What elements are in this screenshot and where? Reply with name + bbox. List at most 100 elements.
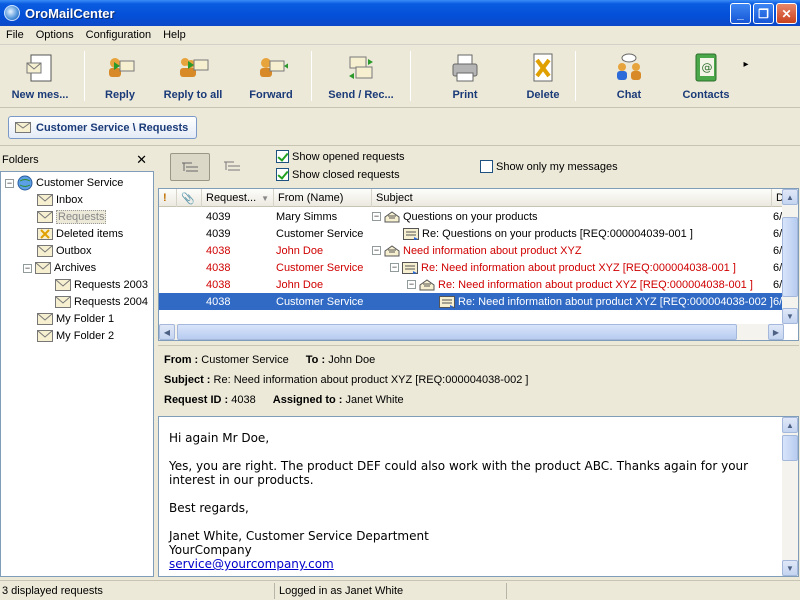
globe-icon: [17, 175, 33, 191]
close-button[interactable]: ✕: [776, 3, 797, 24]
menu-options[interactable]: Options: [30, 29, 80, 41]
collapse-icon[interactable]: −: [23, 263, 32, 273]
delete-icon: [533, 53, 553, 82]
close-folders-icon[interactable]: ✕: [136, 152, 147, 168]
flat-view-icon: [224, 161, 240, 171]
table-row[interactable]: 4038 Customer Service − Re: Need informa…: [159, 259, 783, 276]
reply-button[interactable]: Reply: [89, 45, 151, 107]
show-opened-checkbox[interactable]: Show opened requests: [276, 150, 405, 163]
collapse-icon[interactable]: −: [5, 178, 14, 188]
folder-archives[interactable]: − Archives: [23, 260, 96, 276]
breadcrumb-text: Customer Service \ Requests: [36, 121, 189, 134]
menu-bar: File Options Configuration Help: [0, 26, 800, 45]
grid-vertical-scrollbar[interactable]: ▲ ▼: [782, 189, 798, 324]
table-row[interactable]: 4038 John Doe − Re: Need information abo…: [159, 276, 783, 293]
to-value: John Doe: [328, 354, 376, 366]
new-message-button[interactable]: New mes...: [0, 45, 80, 107]
body-vertical-scrollbar[interactable]: ▲ ▼: [782, 417, 798, 576]
priority-column-header[interactable]: !: [159, 189, 177, 207]
menu-file[interactable]: File: [0, 29, 30, 41]
breadcrumb-bar: Customer Service \ Requests: [0, 108, 800, 146]
table-row[interactable]: 4039 Mary Simms − Questions on your prod…: [159, 208, 783, 225]
message-body[interactable]: Hi again Mr Doe, Yes, you are right. The…: [158, 416, 799, 577]
contacts-button[interactable]: @ Contacts: [678, 45, 734, 107]
threaded-view-button[interactable]: [170, 153, 210, 181]
flat-view-button[interactable]: [212, 153, 252, 181]
status-count: 3 displayed requests: [0, 583, 275, 599]
scroll-up-arrow-icon[interactable]: ▲: [782, 189, 798, 205]
chat-icon: [617, 53, 641, 80]
grid-horizontal-scrollbar[interactable]: ◀ ▶: [159, 324, 784, 340]
folder-requests[interactable]: Requests: [37, 209, 107, 225]
breadcrumb[interactable]: Customer Service \ Requests: [8, 116, 198, 139]
contacts-icon: @: [695, 53, 717, 82]
folder-my-folder-2[interactable]: My Folder 2: [37, 328, 114, 344]
collapse-icon[interactable]: −: [372, 246, 381, 255]
folder-requests-2004[interactable]: Requests 2004: [55, 294, 148, 310]
checkbox-checked[interactable]: [276, 168, 289, 181]
delete-button[interactable]: Delete: [515, 45, 571, 107]
collapse-icon[interactable]: −: [372, 212, 381, 221]
status-bar: 3 displayed requests Logged in as Janet …: [0, 580, 800, 600]
folder-my-folder-1[interactable]: My Folder 1: [37, 311, 114, 327]
toolbar-overflow-button[interactable]: ▸: [734, 45, 758, 107]
scroll-thumb[interactable]: [177, 324, 737, 340]
toolbar-separator: [311, 51, 312, 101]
request-open-icon: [384, 244, 400, 256]
request-open-icon: [419, 278, 435, 290]
checkbox-unchecked[interactable]: [480, 160, 493, 173]
scroll-thumb[interactable]: [782, 435, 798, 461]
table-row-selected[interactable]: 4038 Customer Service Re: Need informati…: [159, 293, 783, 310]
collapse-icon[interactable]: −: [407, 280, 416, 289]
folder-outbox[interactable]: Outbox: [37, 243, 91, 259]
folder-icon: [37, 330, 53, 342]
request-id-value: 4038: [231, 394, 256, 406]
folder-requests-2003[interactable]: Requests 2003: [55, 277, 148, 293]
forward-button[interactable]: Forward: [235, 45, 307, 107]
minimize-button[interactable]: _: [730, 3, 751, 24]
show-mine-checkbox[interactable]: Show only my messages: [480, 160, 618, 173]
folder-inbox[interactable]: Inbox: [37, 192, 83, 208]
scroll-right-arrow-icon[interactable]: ▶: [768, 324, 784, 340]
subject-column-header[interactable]: Subject: [372, 189, 772, 207]
reply-all-button[interactable]: Reply to all: [151, 45, 235, 107]
toolbar: New mes... Reply Reply to all Forward Se…: [0, 45, 800, 108]
menu-help[interactable]: Help: [157, 29, 192, 41]
new-message-icon: [26, 54, 52, 82]
requests-icon: [37, 211, 53, 223]
greeting: Hi again Mr Doe,: [169, 431, 270, 445]
title-bar: OroMailCenter _ ❐ ✕: [0, 0, 800, 26]
checkbox-checked[interactable]: [276, 150, 289, 163]
request-column-header[interactable]: Request... ▼: [202, 189, 274, 207]
request-open-icon: [384, 210, 400, 222]
toolbar-separator: [410, 51, 411, 101]
email-link[interactable]: service@yourcompany.com: [169, 557, 334, 571]
table-row[interactable]: 4038 John Doe − Need information about p…: [159, 242, 783, 259]
scroll-left-arrow-icon[interactable]: ◀: [159, 324, 175, 340]
print-button[interactable]: Print: [415, 45, 515, 107]
folder-customer-service[interactable]: − Customer Service: [5, 175, 123, 191]
inbox-icon: [37, 194, 53, 206]
collapse-icon[interactable]: −: [390, 263, 399, 272]
scroll-down-arrow-icon[interactable]: ▼: [782, 560, 798, 576]
regards: Best regards,: [169, 501, 249, 515]
menu-configuration[interactable]: Configuration: [80, 29, 157, 41]
chat-button[interactable]: Chat: [580, 45, 678, 107]
deleted-items-icon: [37, 228, 53, 240]
window-title: OroMailCenter: [25, 5, 115, 21]
paperclip-icon: 📎: [181, 192, 195, 205]
folder-icon: [37, 313, 53, 325]
from-column-header[interactable]: From (Name): [274, 189, 372, 207]
reply-message-icon: [439, 295, 455, 308]
scroll-thumb[interactable]: [782, 217, 798, 297]
status-user: Logged in as Janet White: [277, 583, 507, 599]
folder-deleted-items[interactable]: Deleted items: [37, 226, 123, 242]
show-closed-checkbox[interactable]: Show closed requests: [276, 168, 400, 181]
table-row[interactable]: 4039 Customer Service Re: Questions on y…: [159, 225, 783, 242]
maximize-button[interactable]: ❐: [753, 3, 774, 24]
scroll-down-arrow-icon[interactable]: ▼: [782, 308, 798, 324]
send-receive-button[interactable]: Send / Rec...: [316, 45, 406, 107]
scroll-up-arrow-icon[interactable]: ▲: [782, 417, 798, 433]
signature-line-2: YourCompany: [169, 543, 252, 557]
attachment-column-header[interactable]: 📎: [177, 189, 202, 207]
